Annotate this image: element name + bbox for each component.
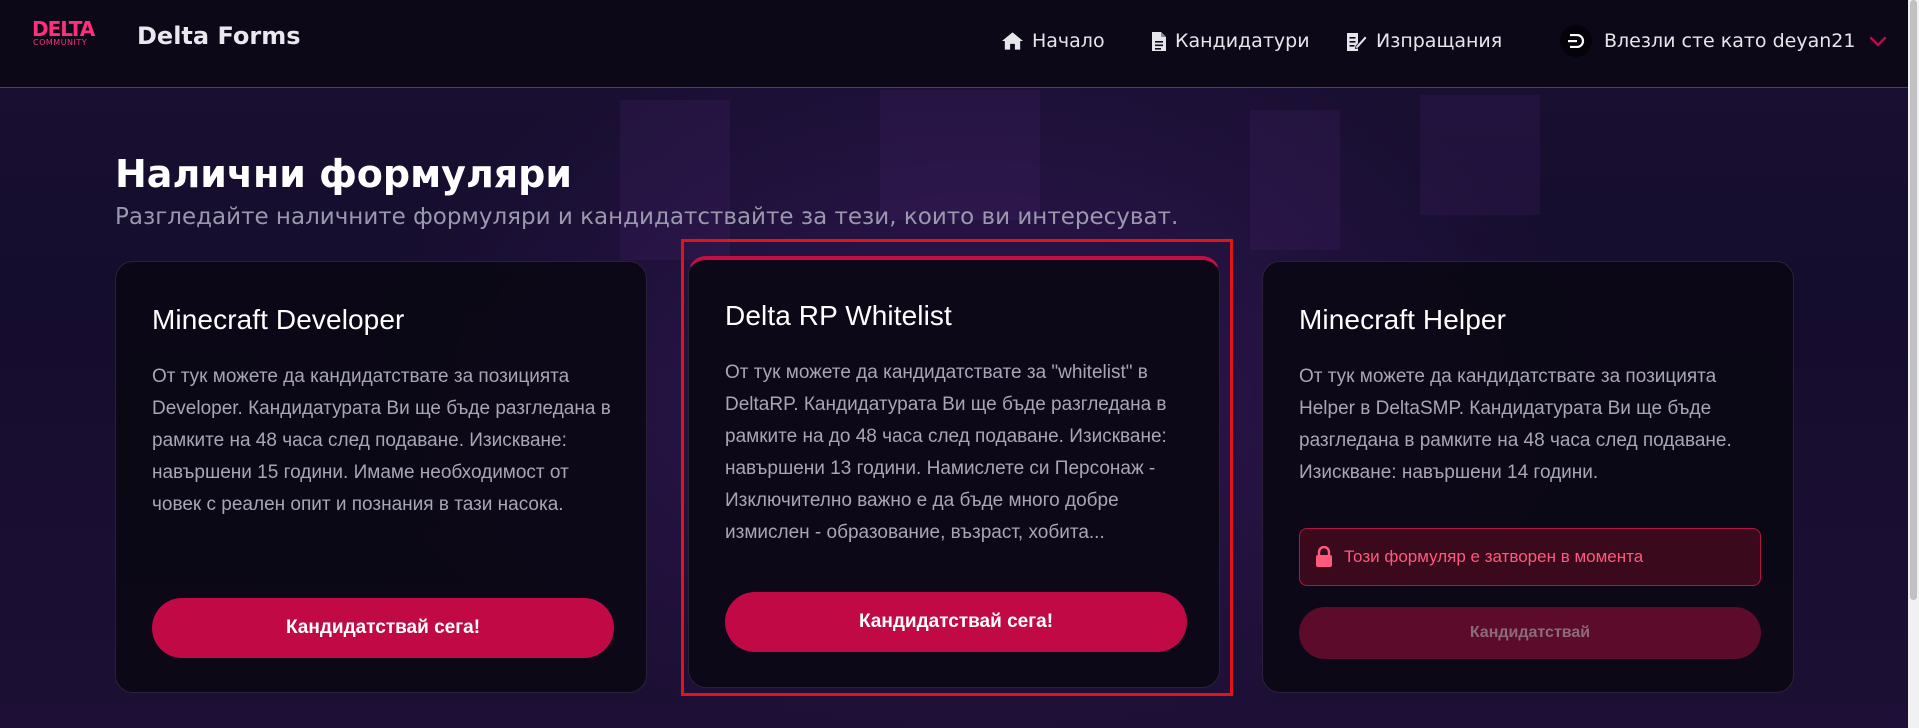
nav-home[interactable]: Начало bbox=[1001, 26, 1105, 56]
nav-applications[interactable]: Кандидатури bbox=[1151, 26, 1310, 56]
user-avatar bbox=[1560, 25, 1592, 57]
lock-icon bbox=[1316, 546, 1332, 567]
nav-home-label: Начало bbox=[1032, 30, 1105, 52]
brand-name[interactable]: Delta Forms bbox=[137, 20, 301, 52]
delta-avatar-icon bbox=[1568, 34, 1585, 48]
form-card-minecraft-developer: Minecraft Developer От тук можете да кан… bbox=[115, 261, 647, 693]
apply-button-disabled: Кандидатствай bbox=[1299, 607, 1761, 659]
apply-button[interactable]: Кандидатствай сега! bbox=[725, 592, 1187, 652]
card-description: От тук можете да кандидатствате за позиц… bbox=[1299, 366, 1732, 483]
form-card-minecraft-helper: Minecraft Helper От тук можете да кандид… bbox=[1262, 261, 1794, 693]
nav-submissions-label: Изпращания bbox=[1376, 30, 1503, 52]
background-art bbox=[1250, 110, 1340, 250]
chevron-down-icon bbox=[1870, 36, 1887, 46]
card-description: От тук можете да кандидатствате за позиц… bbox=[152, 366, 611, 515]
apply-button[interactable]: Кандидатствай сега! bbox=[152, 598, 614, 658]
nav-submissions[interactable]: Изпращания bbox=[1346, 26, 1502, 56]
home-icon bbox=[1001, 32, 1024, 50]
background-art bbox=[1420, 95, 1540, 215]
document-icon bbox=[1152, 31, 1166, 51]
delta-logo[interactable]: DELTA COMMUNITY bbox=[32, 18, 100, 52]
card-title: Minecraft Helper bbox=[1299, 304, 1507, 335]
logo-subtext: COMMUNITY bbox=[33, 38, 88, 47]
background-art bbox=[620, 100, 730, 260]
closed-alert-text: Този формуляр е затворен в момента bbox=[1344, 547, 1644, 566]
card-description: От тук можете да кандидатствате за "whit… bbox=[725, 362, 1167, 543]
scrollbar-thumb[interactable] bbox=[1910, 0, 1917, 600]
edit-document-icon bbox=[1347, 32, 1368, 51]
page-subtitle: Разгледайте наличните формуляри и кандид… bbox=[115, 204, 1179, 230]
background-art bbox=[880, 90, 1040, 220]
user-label: Влезли сте като deyan21 bbox=[1604, 30, 1856, 52]
card-title: Delta RP Whitelist bbox=[725, 300, 952, 331]
form-closed-alert: Този формуляр е затворен в момента bbox=[1299, 528, 1761, 586]
nav-applications-label: Кандидатури bbox=[1175, 30, 1310, 52]
user-menu[interactable]: Влезли сте като deyan21 bbox=[1560, 24, 1887, 58]
logo-text: DELTA bbox=[32, 17, 95, 41]
card-title: Minecraft Developer bbox=[152, 304, 405, 335]
top-navbar: DELTA COMMUNITY Delta Forms Начало Канди… bbox=[0, 0, 1908, 88]
page-title: Налични формуляри bbox=[115, 152, 573, 196]
form-card-delta-rp-whitelist: Delta RP Whitelist От тук можете да канд… bbox=[688, 256, 1220, 688]
